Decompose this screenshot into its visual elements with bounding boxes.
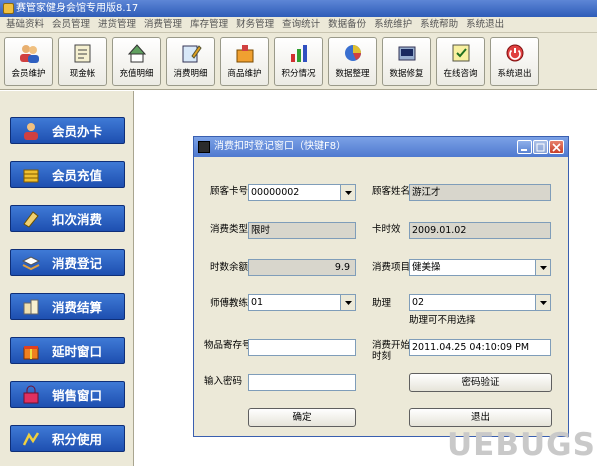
minimize-icon xyxy=(521,148,527,151)
toolbar: 会员维护 现金帐 充值明细 消费明细 商品维护 积分情况 数据整理 数据修复 在… xyxy=(0,33,597,90)
sidebar-member-card-button[interactable]: 会员办卡 xyxy=(10,117,125,144)
toolbar-goods-maintenance-button[interactable]: 商品维护 xyxy=(220,36,269,86)
recharge-icon xyxy=(126,42,148,64)
card-validity-field: 2009.01.02 xyxy=(409,222,551,239)
chevron-down-icon xyxy=(340,295,355,310)
menu-inventory-management[interactable]: 库存管理 xyxy=(186,17,232,32)
sidebar-deduct-consume-button[interactable]: 扣次消费 xyxy=(10,205,125,232)
toolbar-consume-detail-button[interactable]: 消费明细 xyxy=(166,36,215,86)
sidebar: 会员办卡 会员充值 扣次消费 消费登记 消费结算 延时窗口 销售窗口 积分使用 xyxy=(0,91,133,466)
member-card-icon xyxy=(20,121,42,141)
toolbar-data-organize-button[interactable]: 数据整理 xyxy=(328,36,377,86)
card-validity-label: 卡时效 xyxy=(372,224,401,235)
toolbar-member-maintenance-button[interactable]: 会员维护 xyxy=(4,36,53,86)
toolbar-points-status-button[interactable]: 积分情况 xyxy=(274,36,323,86)
sidebar-consume-settle-button[interactable]: 消费结算 xyxy=(10,293,125,320)
dialog-title: 消费扣时登记窗口（快键F8） xyxy=(214,141,347,152)
close-icon xyxy=(552,142,561,152)
menu-query-statistics[interactable]: 查询统计 xyxy=(278,17,324,32)
assistant-hint: 助理可不用选择 xyxy=(409,315,476,326)
points-icon xyxy=(20,429,42,449)
data-pie-icon xyxy=(342,42,364,64)
consume-project-label: 消费项目 xyxy=(372,262,411,273)
verify-password-button[interactable]: 密码验证 xyxy=(409,373,552,392)
app-icon xyxy=(3,3,14,14)
confirm-button[interactable]: 确定 xyxy=(248,408,356,427)
window-title-bar: 赛管家健身会馆专用版8.17 xyxy=(0,0,597,17)
users-icon xyxy=(18,42,40,64)
coins-icon xyxy=(20,165,42,185)
consume-project-select[interactable]: 健美操 xyxy=(409,259,551,276)
sidebar-delay-window-button[interactable]: 延时窗口 xyxy=(10,337,125,364)
remaining-hours-field: 9.9 xyxy=(248,259,356,276)
menu-finance-management[interactable]: 财务管理 xyxy=(232,17,278,32)
watermark-logo: UEBUGS xyxy=(447,427,596,463)
menu-basic-data[interactable]: 基础资料 xyxy=(2,17,48,32)
customer-name-field: 游江才 xyxy=(409,184,551,201)
toolbar-cash-book-button[interactable]: 现金帐 xyxy=(58,36,107,86)
sidebar-consume-register-button[interactable]: 消费登记 xyxy=(10,249,125,276)
card-no-label: 顾客卡号 xyxy=(210,186,249,197)
menu-system-maintenance[interactable]: 系统维护 xyxy=(370,17,416,32)
exit-icon xyxy=(504,42,526,64)
maximize-button[interactable] xyxy=(533,140,548,154)
cash-book-icon xyxy=(72,42,94,64)
menu-consumption-management[interactable]: 消费管理 xyxy=(140,17,186,32)
maximize-icon xyxy=(536,143,545,151)
menu-bar: 基础资料 会员管理 进货管理 消费管理 库存管理 财务管理 查询统计 数据备份 … xyxy=(0,17,597,33)
card-no-select[interactable]: 00000002 xyxy=(248,184,356,201)
menu-system-help[interactable]: 系统帮助 xyxy=(416,17,462,32)
dialog-app-icon xyxy=(198,141,210,153)
menu-system-exit[interactable]: 系统退出 xyxy=(462,17,508,32)
online-consult-icon xyxy=(450,42,472,64)
password-label: 输入密码 xyxy=(204,376,243,387)
sidebar-points-use-button[interactable]: 积分使用 xyxy=(10,425,125,452)
data-repair-icon xyxy=(396,42,418,64)
minimize-button[interactable] xyxy=(517,140,532,154)
customer-name-label: 顾客姓名 xyxy=(372,186,411,197)
exit-button[interactable]: 退出 xyxy=(409,408,552,427)
consume-register-dialog: 消费扣时登记窗口（快键F8） 顾客卡号 00000002 顾客姓名 游江才 消费… xyxy=(193,136,569,437)
toolbar-online-consult-button[interactable]: 在线咨询 xyxy=(436,36,485,86)
chevron-down-icon xyxy=(535,260,550,275)
coach-label: 师傅教练 xyxy=(210,298,249,309)
points-chart-icon xyxy=(288,42,310,64)
toolbar-data-repair-button[interactable]: 数据修复 xyxy=(382,36,431,86)
consume-type-field: 限时 xyxy=(248,222,356,239)
dialog-title-bar[interactable]: 消费扣时登记窗口（快键F8） xyxy=(194,137,568,157)
assistant-select[interactable]: 02 xyxy=(409,294,551,311)
menu-member-management[interactable]: 会员管理 xyxy=(48,17,94,32)
remaining-hours-label: 时数余额 xyxy=(210,262,249,273)
chevron-down-icon xyxy=(535,295,550,310)
toolbar-recharge-detail-button[interactable]: 充值明细 xyxy=(112,36,161,86)
sales-icon xyxy=(20,385,42,405)
settle-icon xyxy=(20,297,42,317)
menu-data-backup[interactable]: 数据备份 xyxy=(324,17,370,32)
assistant-label: 助理 xyxy=(372,298,392,309)
password-input[interactable] xyxy=(248,374,356,391)
sidebar-sales-window-button[interactable]: 销售窗口 xyxy=(10,381,125,408)
locker-no-label: 物品寄存号 xyxy=(204,340,252,351)
start-time-field[interactable]: 2011.04.25 04:10:09 PM xyxy=(409,339,551,356)
gift-icon xyxy=(20,341,42,361)
locker-no-input[interactable] xyxy=(248,339,356,356)
consume-type-label: 消费类型 xyxy=(210,224,249,235)
register-icon xyxy=(20,253,42,273)
chevron-down-icon xyxy=(340,185,355,200)
goods-icon xyxy=(234,42,256,64)
close-button[interactable] xyxy=(549,140,564,154)
consume-detail-icon xyxy=(180,42,202,64)
start-time-label-line2: 时刻 xyxy=(372,351,392,362)
toolbar-system-exit-button[interactable]: 系统退出 xyxy=(490,36,539,86)
deduct-icon xyxy=(20,209,42,229)
window-title: 赛管家健身会馆专用版8.17 xyxy=(16,3,139,14)
sidebar-member-recharge-button[interactable]: 会员充值 xyxy=(10,161,125,188)
coach-select[interactable]: 01 xyxy=(248,294,356,311)
menu-purchase-management[interactable]: 进货管理 xyxy=(94,17,140,32)
